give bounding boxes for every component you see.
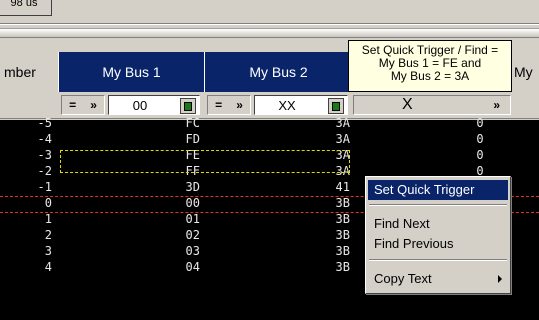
bus3-value-text: X — [402, 96, 413, 113]
table-row[interactable]: -4 FD 3A 0 — [0, 132, 539, 148]
bus2-cell: 3A — [335, 132, 350, 146]
chevron-down-icon: » — [90, 98, 97, 112]
filter-row-bus3: X » — [352, 92, 539, 119]
column-header-bus2[interactable]: My Bus 2 — [204, 52, 352, 92]
calculator-icon[interactable] — [328, 98, 344, 114]
menu-separator — [369, 204, 507, 206]
tooltip-line: My Bus 2 = 3A — [390, 69, 470, 83]
col3-cell: 0 — [476, 148, 484, 162]
quick-trigger-highlight — [60, 150, 350, 173]
filter-row-number — [0, 92, 58, 119]
row-number: 2 — [44, 228, 52, 242]
bus1-value-field[interactable]: 00 — [108, 95, 200, 115]
table-row[interactable]: -5 FC 3A 0 — [0, 116, 539, 132]
row-number: 4 — [44, 260, 52, 274]
submenu-arrow-icon — [498, 275, 502, 283]
bus2-cell: 3B — [335, 196, 350, 210]
menu-item-find-previous[interactable]: Find Previous — [368, 234, 508, 254]
menu-item-copy-text[interactable]: Copy Text — [368, 269, 508, 289]
col3-cell: 0 — [476, 116, 484, 130]
bus1-cell: 00 — [185, 196, 200, 210]
chevron-down-icon: » — [236, 98, 243, 112]
column-header-extra[interactable]: My — [512, 52, 539, 92]
toolbar-strip: 98 us — [0, 0, 539, 22]
divider — [0, 24, 539, 25]
bus2-cell: 3B — [335, 212, 350, 226]
row-number: 0 — [44, 196, 52, 210]
context-menu: Set Quick Trigger Find Next Find Previou… — [365, 176, 511, 294]
bus2-cell: 41 — [335, 180, 350, 194]
row-number: -2 — [37, 164, 52, 178]
bus2-operator-select[interactable]: = » — [207, 95, 251, 115]
bus2-cell: 3A — [335, 116, 350, 130]
menu-item-find-next[interactable]: Find Next — [368, 214, 508, 234]
menu-separator — [369, 259, 507, 261]
pane-title-bar — [0, 28, 539, 38]
bus1-cell: FC — [185, 116, 200, 130]
operator-label: = — [215, 98, 223, 112]
calculator-icon[interactable] — [180, 98, 196, 114]
menu-item-label: Copy Text — [374, 271, 432, 286]
quick-trigger-tooltip: Set Quick Trigger / Find = My Bus 1 = FE… — [348, 40, 512, 92]
bus1-cell: 02 — [185, 228, 200, 242]
time-button[interactable]: 98 us — [0, 0, 52, 16]
bus2-cell: 3B — [335, 260, 350, 274]
bus2-value-text: XX — [278, 97, 296, 113]
bus1-cell: 01 — [185, 212, 200, 226]
bus2-value-field[interactable]: XX — [254, 95, 348, 115]
chevron-down-icon: » — [493, 98, 500, 112]
col3-cell: 0 — [476, 132, 484, 146]
bus1-cell: 03 — [185, 244, 200, 258]
row-number: 1 — [44, 212, 52, 226]
menu-item-set-quick-trigger[interactable]: Set Quick Trigger — [368, 180, 508, 200]
bus2-cell: 3B — [335, 228, 350, 242]
bus3-value-select[interactable]: X » — [353, 95, 511, 115]
row-number: -3 — [37, 148, 52, 162]
bus2-cell: 3B — [335, 244, 350, 258]
row-number: -1 — [37, 180, 52, 194]
column-header-number[interactable]: mber — [0, 52, 58, 92]
filter-row-bus1: = » 00 — [58, 92, 204, 119]
operator-label: = — [69, 98, 77, 112]
row-number: -4 — [37, 132, 52, 146]
row-number: 3 — [44, 244, 52, 258]
filter-row-bus2: = » XX — [204, 92, 352, 119]
bus1-cell: FD — [185, 132, 200, 146]
bus1-cell: 3D — [185, 180, 200, 194]
column-header-bus1[interactable]: My Bus 1 — [58, 52, 204, 92]
bus1-cell: 04 — [185, 260, 200, 274]
bus1-operator-select[interactable]: = » — [61, 95, 105, 115]
row-number: -5 — [37, 116, 52, 130]
bus1-value-text: 00 — [132, 97, 148, 113]
